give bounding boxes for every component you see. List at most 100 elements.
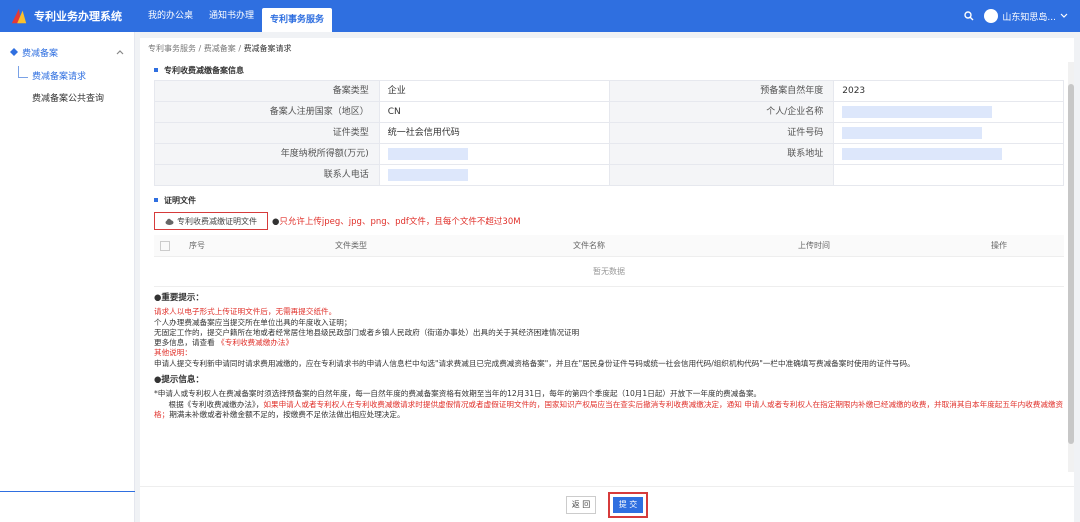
sidebar-item-label: 费减备案公共查询: [32, 94, 105, 104]
top-bar: 专利业务办理系统 我的办公桌 通知书办理 专利事务服务 山东知思岛...: [0, 0, 1080, 32]
empty-state: 暂无数据: [154, 257, 1064, 287]
sidebar-group-fee-reduction[interactable]: 费减备案: [0, 38, 134, 66]
section-title-text: 专利收费减缴备案信息: [164, 65, 244, 75]
section-title-info: 专利收费减缴备案信息: [140, 60, 1074, 80]
section-title-text: 证明文件: [164, 195, 196, 205]
upload-button[interactable]: 专利收费减缴证明文件: [154, 212, 268, 230]
form-label: 证件号码: [609, 123, 835, 144]
upload-hint-text: 只允许上传jpeg、jpg、png、pdf文件，且每个文件不超过30M: [279, 217, 521, 227]
redacted-block: [842, 147, 1003, 160]
redacted-block: [842, 105, 993, 118]
form-value-redacted: [379, 165, 610, 186]
app-title: 专利业务办理系统: [34, 10, 122, 23]
regulation-link[interactable]: 《专利收费减缴办法》: [217, 338, 293, 347]
column-header: 文件名称: [573, 241, 605, 250]
note-line: 请求人以电子形式上传证明文件后，无需再提交纸件。: [154, 307, 337, 317]
scrollbar[interactable]: [1068, 62, 1074, 472]
avatar: [984, 9, 999, 23]
logo-icon: [11, 8, 27, 24]
redacted-block: [842, 126, 983, 139]
sidebar-item-label: 费减备案请求: [32, 72, 87, 82]
notes: ●重要提示： 请求人以电子形式上传证明文件后，无需再提交纸件。 个人办理费减备案…: [154, 293, 1064, 420]
note-text: 更多信息，请查看: [154, 338, 215, 348]
form-row: 备案人注册国家（地区） CN 个人/企业名称: [155, 102, 1064, 123]
scrollbar-thumb[interactable]: [1068, 84, 1074, 444]
form-value: CN: [379, 102, 610, 123]
nav-patent-services[interactable]: 专利事务服务: [262, 8, 333, 32]
form-value: [834, 165, 1064, 186]
column-header: 文件类型: [335, 241, 367, 250]
form-value: 统一社会信用代码: [379, 123, 610, 144]
top-right: 山东知思岛...: [964, 9, 1080, 23]
column-header: 操作: [991, 241, 1007, 250]
redacted-block: [387, 147, 468, 160]
file-table: 序号 文件类型 文件名称 上传时间 操作 暂无数据: [154, 235, 1064, 287]
chevron-down-icon: [1060, 13, 1068, 18]
user-menu[interactable]: 山东知思岛...: [984, 9, 1068, 23]
form-label: 个人/企业名称: [609, 102, 835, 123]
tip-line: 根据《专利收费减缴办法》，如果申请人或者专利权人在专利收费减缴请求时提供虚假情况…: [154, 400, 1064, 421]
form-row: 年度纳税所得额(万元) 联系地址: [155, 144, 1064, 165]
important-title: ●重要提示：: [154, 293, 1064, 303]
form-label: 联系人电话: [155, 165, 380, 186]
top-nav: 我的办公桌 通知书办理 专利事务服务: [140, 0, 333, 32]
tip-text: 根据《专利收费减缴办法》，: [168, 399, 264, 409]
cloud-upload-icon: [165, 218, 174, 225]
upload-row: 专利收费减缴证明文件 ●只允许上传jpeg、jpg、png、pdf文件，且每个文…: [154, 210, 1074, 232]
form-label: 证件类型: [155, 123, 380, 144]
form-row: 备案类型 企业 预备案自然年度 2023: [155, 81, 1064, 102]
search-icon[interactable]: [964, 11, 974, 21]
info-form: 备案类型 企业 预备案自然年度 2023 备案人注册国家（地区） CN 个人/企…: [154, 80, 1064, 186]
form-row: 证件类型 统一社会信用代码 证件号码: [155, 123, 1064, 144]
section-title-docs: 证明文件: [140, 190, 1074, 210]
form-value-redacted: [379, 144, 610, 165]
sidebar-item-fee-query[interactable]: 费减备案公共查询: [0, 88, 134, 110]
important-title-text: 重要提示：: [161, 293, 204, 303]
breadcrumb-item[interactable]: 费减备案: [204, 44, 236, 53]
form-label: [609, 165, 835, 186]
tip-text: 期满未补缴或者补缴金额不足的，按缴费不足依法做出相应处理决定。: [169, 409, 405, 419]
form-label: 预备案自然年度: [609, 81, 835, 102]
form-label: 备案类型: [155, 81, 380, 102]
note-line: 申请人提交专利新申请同时请求费用减缴的，应在专利请求书的申请人信息栏中勾选"请求…: [154, 358, 915, 368]
upload-button-label: 专利收费减缴证明文件: [177, 216, 257, 226]
breadcrumb-item[interactable]: 专利事务服务: [148, 44, 196, 53]
form-label: 备案人注册国家（地区）: [155, 102, 380, 123]
redacted-block: [387, 168, 468, 181]
tip-title: ●提示信息：: [154, 375, 1064, 385]
nav-notices[interactable]: 通知书办理: [201, 0, 262, 32]
divider: [0, 491, 135, 492]
main-content: 专利事务服务 / 费减备案 / 费减备案请求 专利收费减缴备案信息 备案类型 企…: [140, 38, 1074, 522]
form-row: 联系人电话: [155, 165, 1064, 186]
diamond-icon: [10, 48, 18, 56]
note-line: 无固定工作的，提交户籍所在地或者经常居住地县级民政部门或者乡镇人民政府（街道办事…: [154, 327, 580, 337]
footer-actions: 返 回 提 交: [140, 486, 1074, 522]
form-value-redacted: [834, 102, 1064, 123]
column-header: 上传时间: [798, 241, 830, 250]
bullet-icon: [154, 68, 158, 72]
file-table-header: 序号 文件类型 文件名称 上传时间 操作: [154, 235, 1064, 257]
form-value-redacted: [834, 123, 1064, 144]
nav-my-desk[interactable]: 我的办公桌: [140, 0, 201, 32]
app-logo[interactable]: 专利业务办理系统: [0, 7, 140, 25]
tip-line: *申请人或专利权人在费减备案时须选择预备案的自然年度，每一自然年度的费减备案资格…: [154, 389, 762, 399]
sidebar: 费减备案 费减备案请求 费减备案公共查询: [0, 32, 135, 522]
column-header: 序号: [189, 241, 205, 250]
tip-title-text: 提示信息：: [161, 375, 204, 386]
form-value: 企业: [379, 81, 610, 102]
submit-button[interactable]: 提 交: [613, 496, 643, 513]
form-value: 2023: [834, 81, 1064, 102]
sidebar-item-fee-request[interactable]: 费减备案请求: [0, 66, 134, 88]
back-button[interactable]: 返 回: [566, 495, 596, 514]
note-line: 更多信息，请查看 《专利收费减缴办法》: [154, 338, 1064, 348]
sidebar-group-label: 费减备案: [22, 48, 59, 59]
select-all-checkbox[interactable]: [160, 240, 170, 251]
note-line: 个人办理费减备案应当提交所在单位出具的年度收入证明；: [154, 317, 352, 327]
breadcrumb: 专利事务服务 / 费减备案 / 费减备案请求: [148, 44, 292, 53]
upload-hint: ●只允许上传jpeg、jpg、png、pdf文件，且每个文件不超过30M: [272, 215, 521, 227]
tree-line: [18, 66, 28, 78]
header-checkbox-cell: [154, 235, 176, 256]
form-value-redacted: [834, 144, 1064, 165]
form-label: 联系地址: [609, 144, 835, 165]
form-label: 年度纳税所得额(万元): [155, 144, 380, 165]
